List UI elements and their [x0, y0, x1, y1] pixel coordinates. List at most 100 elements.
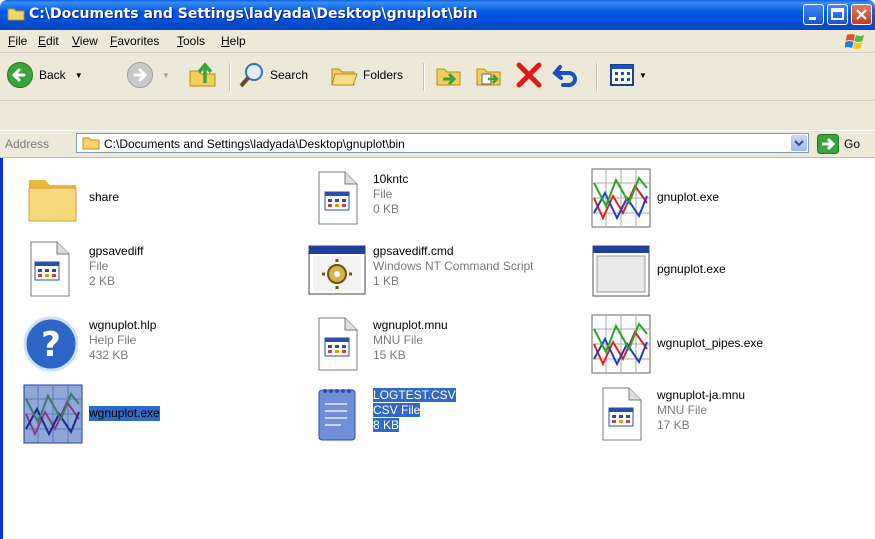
- file-type: MNU File: [373, 333, 423, 347]
- file-item-wgnuplot-exe[interactable]: wgnuplot.exe: [23, 384, 293, 446]
- file-type: Windows NT Command Script: [373, 259, 534, 273]
- title-bar[interactable]: C:\Documents and Settings\ladyada\Deskto…: [0, 0, 875, 30]
- file-name: gpsavediff.cmd: [373, 244, 454, 258]
- chevron-down-icon: [794, 140, 804, 147]
- file-item-wgnuplot-hlp[interactable]: ? wgnuplot.hlp Help File 432 KB: [23, 314, 293, 376]
- minimize-button[interactable]: [803, 4, 824, 25]
- close-button[interactable]: [851, 4, 872, 25]
- menu-edit[interactable]: Edit: [38, 34, 59, 48]
- views-button[interactable]: ▼: [608, 61, 647, 89]
- toolbar-separator: [596, 63, 598, 91]
- file-name: LOGTEST.CSV: [373, 388, 456, 402]
- file-item-wgnuplot-pipes-exe[interactable]: wgnuplot_pipes.exe: [591, 314, 861, 376]
- file-item-gpsavediff-cmd[interactable]: gpsavediff.cmd Windows NT Command Script…: [307, 240, 577, 302]
- file-item-share[interactable]: share: [23, 168, 293, 230]
- file-size: 17 KB: [657, 418, 690, 432]
- toolbar: Back ▼ ▼ Search Folders ▼: [0, 53, 875, 130]
- maximize-button[interactable]: [827, 4, 848, 25]
- file-type: MNU File: [657, 403, 707, 417]
- copy-to-button[interactable]: [474, 61, 504, 89]
- up-folder-button[interactable]: [188, 61, 218, 89]
- file-name: wgnuplot.exe: [88, 405, 161, 422]
- file-name: wgnuplot-ja.mnu: [657, 388, 746, 402]
- plot-icon: [23, 384, 83, 444]
- folder-icon: [82, 137, 100, 150]
- file-item-pgnuplot-exe[interactable]: pgnuplot.exe: [591, 240, 861, 302]
- file-name: gpsavediff: [89, 244, 144, 258]
- menu-view[interactable]: View: [72, 34, 98, 48]
- plot-icon: [591, 168, 651, 228]
- search-button[interactable]: Search: [238, 61, 308, 89]
- document-icon: [318, 171, 358, 225]
- menu-help[interactable]: Help: [221, 34, 246, 48]
- copy-to-icon: [476, 68, 501, 86]
- toolbar-separator: [229, 63, 231, 91]
- folders-icon: [331, 68, 358, 86]
- file-item-wgnuplot-mnu[interactable]: wgnuplot.mnu MNU File 15 KB: [307, 314, 577, 376]
- window-title: C:\Documents and Settings\ladyada\Deskto…: [29, 6, 478, 22]
- address-dropdown-button[interactable]: [791, 135, 807, 151]
- close-icon: [856, 9, 867, 20]
- address-bar: Address C:\Documents and Settings\ladyad…: [0, 131, 875, 158]
- file-name: 10kntc: [373, 172, 409, 186]
- up-folder-icon: [189, 62, 216, 87]
- file-item-gnuplot-exe[interactable]: gnuplot.exe: [591, 168, 861, 230]
- file-size: 15 KB: [373, 348, 406, 362]
- file-type: File: [89, 259, 109, 273]
- command-script-icon: [308, 245, 366, 295]
- views-icon: [610, 64, 634, 86]
- go-button[interactable]: Go: [817, 134, 860, 154]
- file-type: CSV File: [373, 403, 421, 417]
- move-to-button[interactable]: [434, 61, 464, 89]
- back-arrow-icon: [7, 62, 33, 88]
- document-icon: [30, 241, 70, 297]
- menu-tools[interactable]: Tools: [177, 34, 205, 48]
- notepad-icon: [318, 389, 356, 441]
- file-name: gnuplot.exe: [657, 190, 720, 204]
- forward-button[interactable]: ▼: [126, 61, 170, 89]
- address-label: Address: [5, 137, 50, 151]
- file-type: File: [373, 187, 393, 201]
- folder-icon: [28, 180, 77, 222]
- menu-bar: File Edit View Favorites Tools Help: [0, 30, 875, 53]
- back-button[interactable]: Back ▼: [6, 61, 83, 89]
- menu-file[interactable]: File: [8, 34, 27, 48]
- go-arrow-icon: [817, 134, 839, 154]
- file-type: Help File: [89, 333, 137, 347]
- file-item-10kntc[interactable]: 10kntc File 0 KB: [307, 168, 577, 230]
- file-name: share: [89, 190, 120, 204]
- explorer-window: C:\Documents and Settings\ladyada\Deskto…: [0, 0, 875, 539]
- forward-dropdown-icon[interactable]: ▼: [162, 71, 170, 80]
- file-name: wgnuplot.hlp: [89, 318, 157, 332]
- application-window-icon: [592, 245, 650, 297]
- menu-favorites[interactable]: Favorites: [110, 34, 159, 48]
- toolbar-separator: [423, 63, 425, 91]
- document-icon: [318, 317, 358, 371]
- minimize-icon: [809, 17, 816, 20]
- file-item-wgnuplot-ja-mnu[interactable]: wgnuplot-ja.mnu MNU File 17 KB: [591, 384, 861, 446]
- address-value: C:\Documents and Settings\ladyada\Deskto…: [104, 137, 405, 151]
- help-icon: ?: [23, 316, 79, 372]
- maximize-icon: [831, 8, 844, 20]
- plot-icon: [591, 314, 651, 374]
- document-icon: [602, 387, 642, 441]
- file-name: wgnuplot_pipes.exe: [657, 336, 764, 350]
- move-to-icon: [436, 68, 461, 86]
- file-name: pgnuplot.exe: [657, 262, 726, 276]
- file-size: 0 KB: [373, 202, 400, 216]
- address-input[interactable]: C:\Documents and Settings\ladyada\Deskto…: [76, 133, 809, 153]
- undo-button[interactable]: [552, 61, 582, 89]
- folders-button[interactable]: Folders: [330, 61, 403, 89]
- file-size: 1 KB: [373, 274, 400, 288]
- delete-icon: [516, 62, 542, 88]
- file-item-gpsavediff[interactable]: gpsavediff File 2 KB: [23, 240, 293, 302]
- svg-text:?: ?: [41, 325, 61, 365]
- undo-icon: [552, 65, 577, 87]
- windows-logo-icon: [845, 34, 864, 49]
- forward-arrow-icon: [127, 62, 153, 88]
- delete-button[interactable]: [514, 61, 544, 89]
- file-item-logtest-csv[interactable]: LOGTEST.CSV CSV File 8 KB: [307, 384, 577, 446]
- back-dropdown-icon[interactable]: ▼: [75, 71, 83, 80]
- search-icon: [239, 63, 263, 88]
- views-dropdown-icon[interactable]: ▼: [639, 71, 647, 80]
